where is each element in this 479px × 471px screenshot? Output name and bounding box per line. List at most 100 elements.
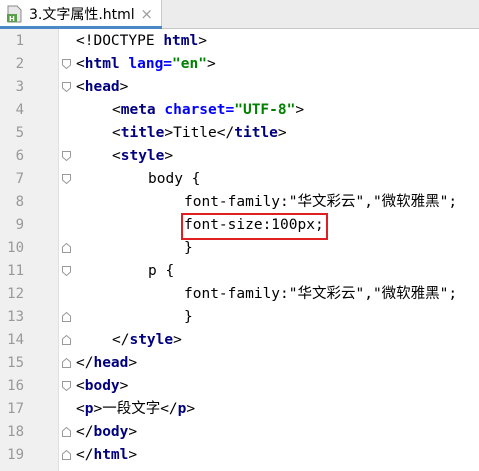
fold-close-icon[interactable] — [62, 312, 71, 322]
text-token: > — [277, 125, 287, 141]
tag-name-token: html — [93, 447, 129, 463]
code-line[interactable]: 6 <style> — [0, 145, 479, 168]
line-number: 15 — [7, 355, 24, 371]
text-token: </ — [76, 447, 94, 463]
text-token: < — [112, 148, 121, 164]
text-token: > — [128, 424, 138, 440]
code-text: <body> — [76, 375, 128, 398]
code-line[interactable]: 12 font-family:"华文彩云","微软雅黑"; — [0, 283, 479, 306]
text-token: >一段文字</ — [93, 401, 178, 417]
line-number: 8 — [15, 194, 24, 210]
text-token: > — [164, 148, 174, 164]
tag-name-token: head — [93, 355, 129, 371]
file-tab[interactable]: H 3.文字属性.html × — [0, 0, 162, 29]
close-tab-icon[interactable]: × — [140, 6, 153, 22]
code-line[interactable]: 13} — [0, 306, 479, 329]
code-line[interactable]: 15 </head> — [0, 352, 479, 375]
line-number: 9 — [15, 217, 24, 233]
tag-name-token: style — [129, 332, 174, 348]
line-number: 11 — [7, 263, 24, 279]
highlight-box — [181, 213, 328, 240]
line-number: 14 — [7, 332, 24, 348]
code-text: <title>Title</title> — [112, 122, 287, 145]
code-text: </html> — [76, 444, 137, 467]
text-token: </ — [76, 424, 94, 440]
code-text: </style> — [112, 329, 182, 352]
text-token: > — [119, 378, 129, 394]
code-line[interactable]: 10} — [0, 237, 479, 260]
code-line[interactable]: 14 </style> — [0, 329, 479, 352]
code-line[interactable]: 18 </body> — [0, 421, 479, 444]
code-line[interactable]: 2 <html lang="en"> — [0, 53, 479, 76]
text-token: < — [76, 401, 85, 417]
fold-close-icon[interactable] — [62, 450, 71, 460]
code-text: } — [184, 237, 193, 260]
code-line[interactable]: 3 <head> — [0, 76, 479, 99]
code-line[interactable]: 17 <p>一段文字</p> — [0, 398, 479, 421]
code-line[interactable]: 5 <title>Title</title> — [0, 122, 479, 145]
text-token: } — [184, 309, 193, 325]
fold-open-icon[interactable] — [62, 381, 71, 391]
fold-open-icon[interactable] — [62, 266, 71, 276]
text-token: body { — [148, 171, 201, 187]
line-number: 17 — [7, 401, 24, 417]
line-number: 1 — [15, 33, 24, 49]
tag-name-token: head — [84, 79, 120, 95]
fold-close-icon[interactable] — [62, 335, 71, 345]
code-text: </head> — [76, 352, 137, 375]
fold-open-icon[interactable] — [62, 59, 71, 69]
tag-name-token: meta — [120, 102, 165, 118]
line-number: 12 — [7, 286, 24, 302]
attribute-token: charset= — [164, 102, 235, 118]
text-token: </ — [76, 355, 94, 371]
code-text: <!DOCTYPE html> — [76, 30, 207, 53]
text-token: p { — [148, 263, 175, 279]
code-line[interactable]: 11 p { — [0, 260, 479, 283]
string-value-token: "en" — [172, 56, 207, 72]
code-line[interactable]: 4 <meta charset="UTF-8"> — [0, 99, 479, 122]
line-number: 13 — [7, 309, 24, 325]
text-token: font-family:"华文彩云","微软雅黑"; — [184, 194, 458, 210]
code-text: body { — [148, 168, 200, 191]
text-token: > — [119, 79, 129, 95]
fold-close-icon[interactable] — [62, 358, 71, 368]
line-number: 10 — [7, 240, 24, 256]
code-text: <head> — [76, 76, 128, 99]
code-text: <meta charset="UTF-8"> — [112, 99, 304, 122]
text-token: < — [112, 102, 121, 118]
fold-open-icon[interactable] — [62, 151, 71, 161]
code-text: p { — [148, 260, 174, 283]
text-token: > — [206, 56, 216, 72]
line-number: 4 — [15, 102, 24, 118]
tag-name-token: body — [93, 424, 129, 440]
code-line[interactable]: 7 body { — [0, 168, 479, 191]
text-token: </ — [112, 332, 130, 348]
fold-open-icon[interactable] — [62, 82, 71, 92]
line-number: 7 — [15, 171, 24, 187]
text-token: >Title</ — [164, 125, 235, 141]
tag-name-token: style — [120, 148, 165, 164]
line-number: 18 — [7, 424, 24, 440]
code-text: } — [184, 306, 193, 329]
text-token: > — [173, 332, 182, 348]
text-token: font-family:"华文彩云","微软雅黑"; — [184, 286, 458, 302]
code-line[interactable]: 19 </html> — [0, 444, 479, 467]
text-token: > — [198, 33, 207, 49]
code-text: <style> — [112, 145, 173, 168]
line-number: 6 — [15, 148, 24, 164]
editor-tab-bar: H 3.文字属性.html × — [0, 0, 479, 29]
text-token: < — [76, 56, 85, 72]
code-line[interactable]: 8 font-family:"华文彩云","微软雅黑"; — [0, 191, 479, 214]
fold-open-icon[interactable] — [62, 174, 71, 184]
code-line[interactable]: 1 <!DOCTYPE html> — [0, 30, 479, 53]
tag-name-token: html — [84, 56, 129, 72]
fold-close-icon[interactable] — [62, 243, 71, 253]
tag-name-token: title — [234, 125, 278, 141]
tag-name-token: html — [163, 33, 199, 49]
code-line[interactable]: 16 <body> — [0, 375, 479, 398]
code-text: </body> — [76, 421, 137, 444]
html-file-icon: H — [7, 5, 23, 23]
line-number: 3 — [15, 79, 24, 95]
tab-filename: 3.文字属性.html — [29, 7, 135, 23]
fold-close-icon[interactable] — [62, 427, 71, 437]
